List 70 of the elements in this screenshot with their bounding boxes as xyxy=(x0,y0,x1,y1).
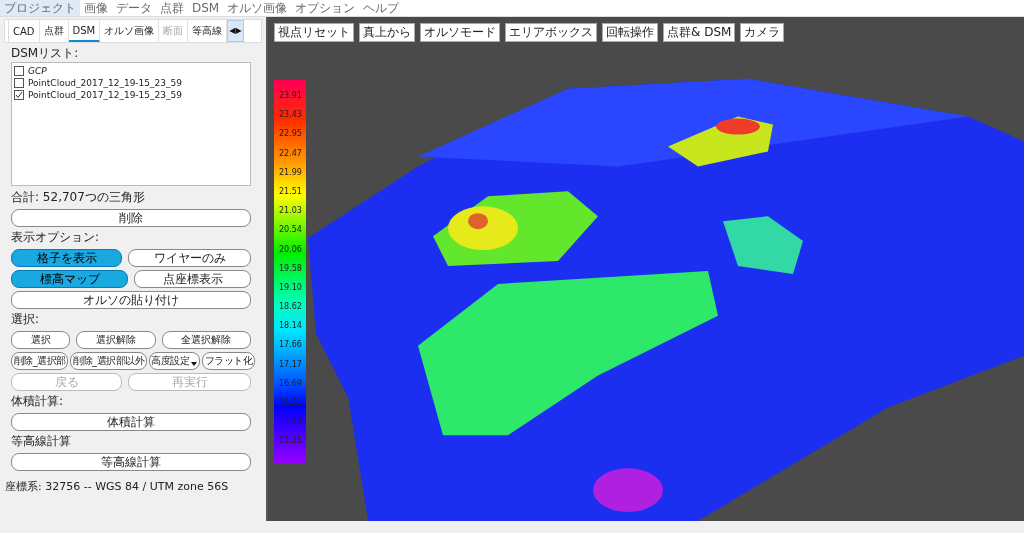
button[interactable]: フラット化 xyxy=(202,352,255,370)
scale-label: 21.03 xyxy=(278,205,303,218)
checkbox[interactable] xyxy=(14,66,24,76)
scale-label: 21.51 xyxy=(278,185,303,198)
scale-label: 18.62 xyxy=(278,301,303,314)
caret-icon xyxy=(191,362,198,366)
menu-item[interactable]: オプション xyxy=(291,0,360,16)
list-item[interactable]: GCP xyxy=(28,66,47,76)
tab[interactable]: 点群 xyxy=(39,20,69,42)
button[interactable]: オルソの貼り付け xyxy=(11,291,251,309)
scale-label: 22.47 xyxy=(278,147,303,160)
toolbar-button[interactable]: オルソモード xyxy=(420,23,500,42)
button[interactable]: 点座標表示 xyxy=(134,270,251,288)
scale-label: 17.17 xyxy=(278,358,303,371)
list-item[interactable]: PointCloud_2017_12_19-15_23_59 xyxy=(28,78,182,88)
triangle-count: 合計: 52,707つの三角形 xyxy=(11,190,146,204)
toolbar-button[interactable]: 点群& DSM xyxy=(663,23,736,42)
section-label: 表示オプション: xyxy=(11,230,101,244)
list-item[interactable]: PointCloud_2017_12_19-15_23_59 xyxy=(28,90,182,100)
menu-item[interactable]: プロジェクト xyxy=(0,0,80,16)
scale-label: 19.58 xyxy=(278,262,303,275)
scroll-right-arrow[interactable]: ▶ xyxy=(235,27,242,35)
scale-label: 16.69 xyxy=(278,377,303,390)
button[interactable]: 削除_選択部以外 xyxy=(70,352,147,370)
scale-label: 17.66 xyxy=(278,339,303,352)
toolbar-button[interactable]: 真上から xyxy=(359,23,415,42)
section-label: 等高線計算 xyxy=(11,434,72,448)
list-label: DSMリスト: xyxy=(11,46,80,60)
button[interactable]: 全選択解除 xyxy=(161,331,251,349)
menu-item[interactable]: 点群 xyxy=(156,0,188,16)
button[interactable]: 格子を表示 xyxy=(11,249,122,267)
coordinate-system: 座標系: 32756 -- WGS 84 / UTM zone 56S xyxy=(5,479,230,494)
menu-item[interactable]: オルソ画像 xyxy=(223,0,292,16)
toolbar-button[interactable]: エリアボックス xyxy=(505,23,597,42)
scale-label: 21.99 xyxy=(278,166,303,179)
tab[interactable]: CAD xyxy=(9,20,40,42)
section-label: 選択: xyxy=(11,312,41,326)
scale-label: 16.21 xyxy=(278,397,303,409)
toolbar-button[interactable]: 回転操作 xyxy=(602,23,658,42)
scale-label: 15.73 xyxy=(278,416,303,429)
scale-label: 22.95 xyxy=(278,128,303,141)
button[interactable]: 削除 xyxy=(11,209,251,227)
scale-label: 19.10 xyxy=(278,281,303,294)
menu-item[interactable]: 画像 xyxy=(80,0,112,16)
button[interactable]: ワイヤーのみ xyxy=(128,249,251,267)
button[interactable]: 選択 xyxy=(11,331,71,349)
button[interactable]: 削除_選択部 xyxy=(11,352,69,370)
toolbar-button[interactable]: カメラ xyxy=(740,23,785,42)
scale-label: 20.06 xyxy=(278,243,303,256)
scale-label: 18.14 xyxy=(278,320,303,333)
dropdown-button[interactable]: 高度設定 xyxy=(148,352,201,370)
section-label: 体積計算: xyxy=(11,394,65,408)
button[interactable]: 選択解除 xyxy=(76,331,156,349)
button[interactable]: 等高線計算 xyxy=(11,453,251,471)
scale-label: 15.25 xyxy=(278,435,303,448)
tab[interactable]: オルソ画像 xyxy=(100,20,160,42)
button[interactable]: 標高マップ xyxy=(11,270,128,288)
scale-label: 20.54 xyxy=(278,224,303,237)
scale-label: 23.91 xyxy=(278,90,303,102)
menu-item[interactable]: ヘルプ xyxy=(359,0,404,16)
checkbox[interactable] xyxy=(14,78,24,88)
scroll-left-arrow[interactable]: ◀ xyxy=(229,27,236,35)
checkbox[interactable] xyxy=(14,90,24,100)
tab[interactable]: DSM xyxy=(68,20,101,42)
menu-item[interactable]: DSM xyxy=(188,0,224,16)
menu-item[interactable]: データ xyxy=(112,0,156,16)
scale-label: 23.43 xyxy=(278,109,303,122)
toolbar-button[interactable]: 視点リセット xyxy=(274,23,354,42)
button[interactable]: 体積計算 xyxy=(11,413,251,431)
tab-scroll-buttons[interactable]: ◀▶ xyxy=(227,20,244,42)
